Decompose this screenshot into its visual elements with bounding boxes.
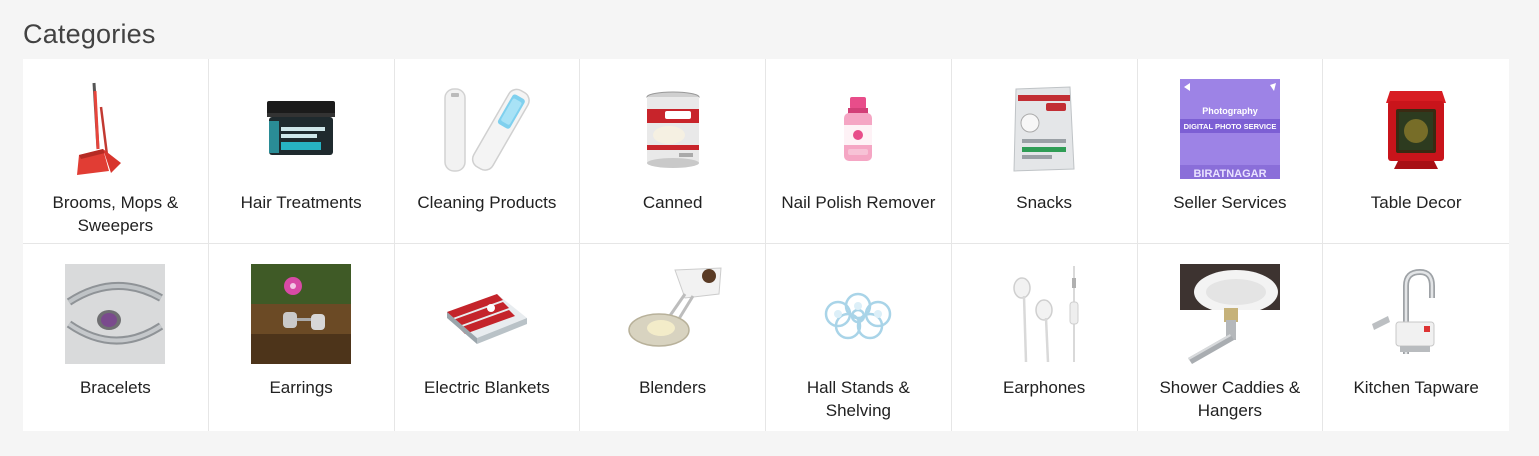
category-kitchen-tapware[interactable]: Kitchen Tapware [1323, 244, 1509, 431]
category-label: Canned [642, 193, 703, 212]
red-decor-frame-box-icon [1366, 79, 1466, 179]
category-shower-caddies-hangers[interactable]: Shower Caddies & Hangers [1138, 244, 1324, 431]
broom-dustpan-icon [65, 79, 165, 179]
category-table-decor[interactable]: Table Decor [1323, 59, 1509, 244]
category-label: Bracelets [79, 378, 151, 397]
category-label: Electric Blankets [424, 378, 550, 397]
category-label: Hair Treatments [240, 193, 362, 212]
electric-faucet-icon [1366, 264, 1466, 364]
electric-blanket-icon [437, 264, 537, 364]
category-hair-treatments[interactable]: Hair Treatments [208, 59, 395, 244]
nail-polish-remover-bottle-icon [808, 79, 908, 179]
sink-drain-icon [1179, 264, 1280, 364]
categories-section: Categories Brooms, Mops & Sweepers Hair … [23, 0, 1509, 431]
uv-sterilizer-wand-icon [437, 79, 537, 179]
hand-mixer-icon [623, 264, 723, 364]
banner-subheading: DIGITAL PHOTO SERVICE [1183, 122, 1276, 131]
category-label: Hall Stands & Shelving [806, 378, 910, 420]
photography-service-banner-icon: Photography DIGITAL PHOTO SERVICE BIRATN… [1179, 79, 1280, 179]
category-label: Nail Polish Remover [781, 193, 936, 212]
banner-heading: Photography [1202, 106, 1258, 116]
category-label: Kitchen Tapware [1353, 378, 1479, 397]
section-title: Categories [23, 19, 156, 49]
white-earphones-icon [994, 264, 1094, 364]
category-label: Seller Services [1173, 193, 1287, 212]
category-grid: Brooms, Mops & Sweepers Hair Treatments [23, 59, 1509, 431]
category-brooms-mops-sweepers[interactable]: Brooms, Mops & Sweepers [23, 59, 209, 244]
banner-city: BIRATNAGAR [1193, 168, 1266, 179]
silver-bracelet-icon [65, 264, 166, 364]
hair-cream-jar-icon [251, 79, 351, 179]
stud-earrings-icon [251, 264, 352, 364]
category-earrings[interactable]: Earrings [209, 244, 395, 431]
category-snacks[interactable]: Snacks [951, 59, 1138, 244]
category-seller-services[interactable]: Photography DIGITAL PHOTO SERVICE BIRATN… [1137, 59, 1324, 244]
category-label: Shower Caddies & Hangers [1159, 378, 1301, 420]
category-cleaning-products[interactable]: Cleaning Products [394, 59, 581, 244]
category-nail-polish-remover[interactable]: Nail Polish Remover [766, 59, 952, 244]
category-hall-stands-shelving[interactable]: Hall Stands & Shelving [766, 244, 952, 431]
category-earphones[interactable]: Earphones [952, 244, 1138, 431]
category-label: Blenders [639, 378, 707, 397]
category-canned[interactable]: Canned [580, 59, 766, 244]
cake-stand-icon [808, 264, 908, 364]
category-label: Snacks [1016, 193, 1072, 212]
category-electric-blankets[interactable]: Electric Blankets [395, 244, 581, 431]
category-label: Cleaning Products [417, 193, 557, 212]
category-blenders[interactable]: Blenders [580, 244, 766, 431]
category-label: Table Decor [1370, 193, 1462, 212]
snack-pouch-icon [994, 79, 1094, 179]
category-label: Earphones [1003, 378, 1086, 397]
category-label: Earrings [269, 378, 333, 397]
category-label: Brooms, Mops & Sweepers [52, 193, 179, 235]
condensed-milk-can-icon [623, 79, 723, 179]
category-bracelets[interactable]: Bracelets [23, 244, 209, 431]
